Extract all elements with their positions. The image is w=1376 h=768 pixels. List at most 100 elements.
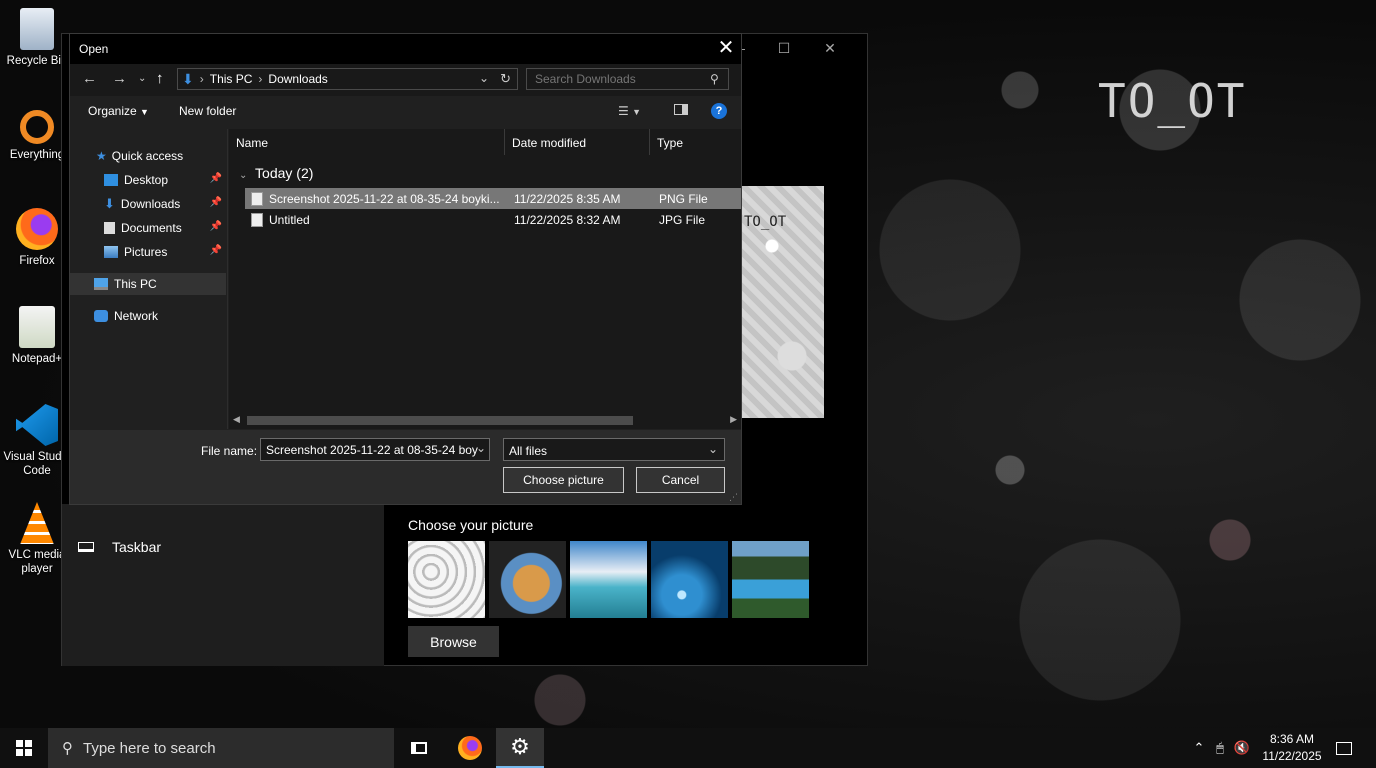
breadcrumb-downloads[interactable]: Downloads (268, 72, 327, 86)
column-header-date-modified[interactable]: Date modified (505, 129, 650, 155)
organize-label: Organize (88, 104, 137, 118)
help-icon[interactable]: ? (711, 103, 727, 119)
taskbar-search-placeholder: Type here to search (83, 739, 216, 757)
file-name: Screenshot 2025-11-22 at 08-35-24 boyki.… (269, 191, 500, 206)
address-bar[interactable]: ⬇ › This PC › Downloads ⌄ ↻ (177, 68, 518, 90)
file-row[interactable]: Untitled 11/22/2025 8:32 AM JPG File (245, 209, 741, 230)
nav-downloads-label: Downloads (120, 197, 181, 211)
taskbar-search-box[interactable]: ⚲ Type here to search (48, 728, 394, 768)
scrollbar-thumb[interactable] (247, 416, 633, 425)
forward-arrow-icon[interactable]: → (112, 70, 127, 87)
scroll-right-icon[interactable]: ▶ (730, 414, 737, 425)
file-name-dropdown-icon[interactable]: ⌄ (476, 441, 486, 455)
everything-icon (20, 110, 54, 144)
file-type: PNG File (659, 191, 708, 206)
group-header-today[interactable]: ⌄ Today (2) (239, 165, 313, 181)
taskbar-clock[interactable]: 8:36 AM 11/22/2025 (1252, 731, 1332, 765)
pictures-icon (104, 246, 118, 258)
pin-icon: 📌 (209, 245, 222, 256)
address-row: ← → ⌄ ↑ ⬇ › This PC › Downloads ⌄ ↻ ⚲ (70, 64, 741, 96)
preview-image-text: TO_OT (744, 214, 787, 230)
windows-logo-icon (16, 740, 32, 756)
nav-documents[interactable]: Documents 📌 (70, 217, 226, 239)
show-hidden-icons-chevron-icon[interactable]: ⌃ (1190, 740, 1208, 756)
task-view-button[interactable] (395, 728, 443, 768)
start-button[interactable] (0, 728, 48, 768)
taskbar-settings[interactable]: ⚙ (496, 728, 544, 768)
file-row[interactable]: Screenshot 2025-11-22 at 08-35-24 boyki.… (245, 188, 741, 209)
downloads-icon: ⬇ (104, 196, 115, 211)
taskbar-firefox[interactable] (446, 728, 494, 768)
nav-downloads[interactable]: ⬇ Downloads 📌 (70, 193, 226, 215)
notepad-plus-icon (19, 306, 55, 348)
file-type-value: All files (509, 444, 548, 458)
nav-this-pc[interactable]: This PC (70, 273, 226, 295)
star-icon: ★ (96, 149, 107, 163)
dialog-bottom-bar: File name: ⌄ All files ⌄ Choose picture … (70, 430, 741, 504)
settings-nav-taskbar-label: Taskbar (112, 539, 162, 555)
nav-quick-access[interactable]: ★ Quick access (70, 145, 226, 167)
up-arrow-icon[interactable]: ↑ (156, 70, 164, 87)
file-list-pane: Name Date modified Type ⌄ Today (2) Scre… (229, 129, 741, 429)
settings-nav-taskbar[interactable]: Taskbar (78, 539, 161, 555)
nav-desktop[interactable]: Desktop 📌 (70, 169, 226, 191)
cancel-button[interactable]: Cancel (636, 467, 725, 493)
action-center-button[interactable] (1332, 728, 1356, 768)
column-header-type[interactable]: Type (650, 129, 741, 155)
close-icon[interactable]: ✕ (807, 40, 853, 57)
choose-picture-button[interactable]: Choose picture (503, 467, 624, 493)
maximize-icon[interactable]: ☐ (761, 40, 807, 57)
picture-thumbnail-2[interactable] (489, 541, 566, 618)
nav-network-label: Network (114, 309, 159, 323)
firefox-icon (16, 208, 58, 250)
file-type-select[interactable]: All files ⌄ (503, 438, 725, 461)
horizontal-scrollbar[interactable]: ◀ ▶ (229, 412, 741, 429)
scroll-left-icon[interactable]: ◀ (233, 414, 240, 425)
file-name-input[interactable] (260, 438, 490, 461)
file-name-label: File name: (201, 444, 258, 458)
dialog-toolbar: Organize ▼ New folder ☰ ▼ ? (70, 96, 741, 126)
wallpaper-text: TO_OT (1098, 74, 1247, 128)
settings-left-pane: Taskbar (62, 504, 384, 666)
taskbar-settings-icon (78, 542, 94, 552)
breadcrumb-this-pc[interactable]: This PC (210, 72, 253, 86)
picture-thumbnail-4[interactable] (651, 541, 728, 618)
recycle-bin-icon (20, 8, 54, 50)
file-name: Untitled (269, 212, 310, 227)
back-arrow-icon[interactable]: ← (82, 70, 97, 87)
new-folder-button[interactable]: New folder (179, 104, 236, 118)
nav-network[interactable]: Network (70, 305, 226, 327)
refresh-icon[interactable]: ↻ (500, 71, 511, 87)
vscode-icon (16, 404, 58, 446)
nav-pictures[interactable]: Pictures 📌 (70, 241, 226, 263)
dialog-title: Open (79, 42, 109, 56)
jpg-file-icon (251, 212, 263, 227)
organize-menu[interactable]: Organize ▼ (88, 104, 149, 118)
clock-time: 8:36 AM (1269, 732, 1315, 746)
column-header-name[interactable]: Name (229, 129, 505, 155)
resize-grip-icon[interactable]: ⋰ (729, 492, 738, 503)
address-dropdown-chevron-icon[interactable]: ⌄ (479, 71, 489, 85)
vlc-icon (20, 502, 54, 544)
recent-locations-chevron-icon[interactable]: ⌄ (138, 73, 146, 84)
network-icon[interactable]: 🖱 (1208, 740, 1232, 756)
background-preview-image: TO_OT (742, 186, 824, 418)
notification-icon (1336, 741, 1352, 755)
pin-icon: 📌 (209, 221, 222, 232)
network-icon (94, 310, 108, 322)
search-input[interactable] (526, 68, 729, 90)
browse-button[interactable]: Browse (408, 626, 499, 657)
dialog-close-icon[interactable]: ✕ (711, 34, 741, 64)
preview-pane-icon[interactable] (674, 104, 688, 118)
nav-pictures-label: Pictures (124, 245, 168, 259)
picture-thumbnail-1[interactable] (408, 541, 485, 618)
choose-picture-heading: Choose your picture (408, 517, 534, 533)
picture-thumbnail-3[interactable] (570, 541, 647, 618)
dialog-titlebar: Open ✕ (70, 34, 741, 64)
group-header-label: Today (2) (255, 165, 314, 181)
desktop-folder-icon (104, 174, 118, 186)
view-options-icon[interactable]: ☰ ▼ (618, 104, 641, 118)
volume-muted-icon[interactable]: 🔇 (1232, 740, 1252, 756)
firefox-icon (458, 736, 482, 760)
picture-thumbnail-5[interactable] (732, 541, 809, 618)
